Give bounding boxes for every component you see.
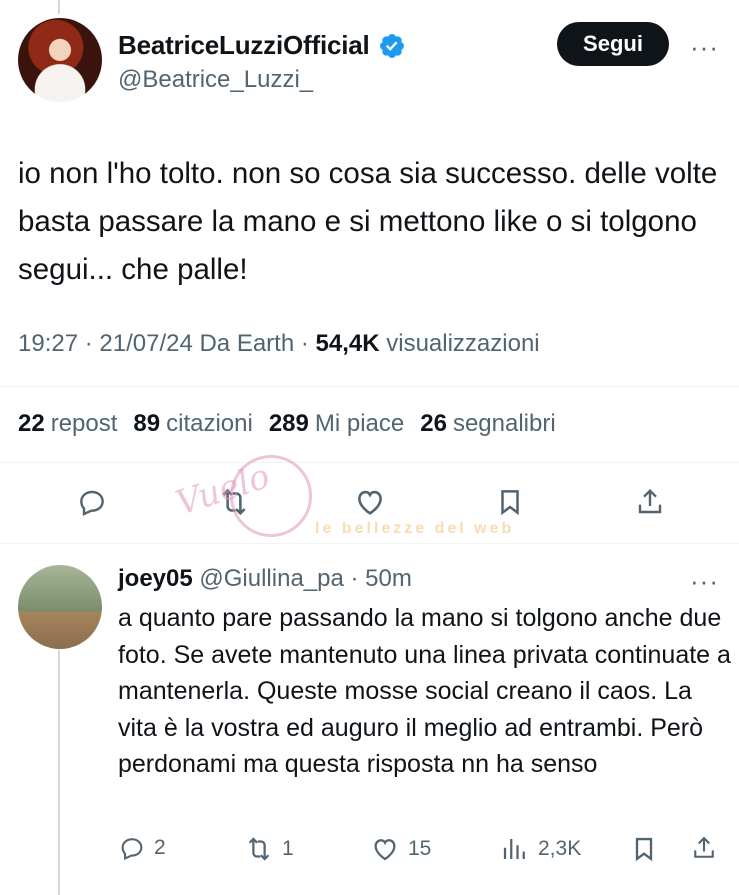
reply-repost-button[interactable]: 1 bbox=[244, 834, 294, 864]
reply-handle-time[interactable]: @Giullina_pa · 50m bbox=[199, 565, 411, 592]
reply-reply-button[interactable]: 2 bbox=[118, 834, 166, 862]
author-avatar[interactable] bbox=[18, 18, 102, 102]
reply-button[interactable] bbox=[70, 480, 114, 524]
post-timestamp[interactable]: 19:27 · 21/07/24 Da Earth · bbox=[18, 330, 316, 357]
reply-views-count: 2,3K bbox=[538, 837, 582, 860]
post-views-count: 54,4K bbox=[315, 330, 380, 357]
divider-2 bbox=[0, 462, 739, 463]
reply-likes-count: 15 bbox=[408, 837, 432, 860]
reply-reposts-count: 1 bbox=[282, 837, 294, 860]
heart-icon bbox=[358, 490, 382, 515]
stat-likes[interactable]: 289 Mi piace bbox=[269, 410, 404, 438]
divider-3 bbox=[0, 543, 739, 544]
post-meta: 19:27 · 21/07/24 Da Earth · 54,4K visual… bbox=[18, 330, 540, 358]
thread-connector-bottom bbox=[58, 650, 60, 895]
reply-icon bbox=[121, 838, 143, 861]
reply-icon bbox=[80, 490, 104, 516]
share-icon bbox=[638, 488, 662, 514]
author-name-row: BeatriceLuzziOfficial bbox=[118, 30, 406, 61]
share-icon bbox=[694, 836, 714, 858]
post-stats: 22 repost 89 citazioni 289 Mi piace 26 segna… bbox=[18, 410, 556, 438]
post-text: io non l'ho tolto. non so cosa sia succe… bbox=[18, 157, 718, 286]
reply-more-options-icon[interactable]: ··· bbox=[690, 566, 719, 597]
reply-bookmark-button[interactable] bbox=[630, 834, 658, 864]
thread-connector-top bbox=[58, 0, 60, 14]
author-display-name[interactable]: BeatriceLuzziOfficial bbox=[118, 30, 370, 61]
stat-quotes[interactable]: 89 citazioni bbox=[133, 410, 252, 438]
more-options-icon[interactable]: ··· bbox=[690, 32, 719, 63]
stat-bookmarks[interactable]: 26 segnalibri bbox=[420, 410, 555, 438]
reply-author-avatar[interactable] bbox=[18, 565, 102, 649]
like-button[interactable] bbox=[348, 480, 392, 524]
heart-icon bbox=[374, 839, 396, 861]
reply-share-button[interactable] bbox=[690, 834, 718, 862]
reply-text: a quanto pare passando la mano si tolgon… bbox=[118, 604, 731, 778]
reply-replies-count: 2 bbox=[154, 836, 166, 859]
author-handle[interactable]: @Beatrice_Luzzi_ bbox=[118, 66, 313, 94]
follow-button[interactable]: Segui bbox=[557, 22, 669, 66]
repost-icon bbox=[248, 837, 270, 861]
reply-display-name[interactable]: joey05 bbox=[118, 565, 193, 592]
bookmark-icon bbox=[635, 837, 653, 862]
bookmark-icon bbox=[501, 490, 519, 516]
analytics-icon bbox=[503, 839, 525, 859]
reply-views-button[interactable]: 2,3K bbox=[500, 834, 581, 864]
verified-badge-icon bbox=[379, 33, 404, 58]
reply-like-button[interactable]: 15 bbox=[370, 834, 431, 864]
post-views-label: visualizzazioni bbox=[386, 330, 540, 357]
reply-header: joey05 @Giullina_pa · 50m bbox=[118, 565, 412, 593]
stat-reposts[interactable]: 22 repost bbox=[18, 410, 117, 438]
divider-1 bbox=[0, 386, 739, 387]
watermark-text-2: le bellezze del web bbox=[315, 520, 515, 537]
bookmark-button[interactable] bbox=[488, 480, 532, 524]
share-button[interactable] bbox=[628, 480, 672, 524]
